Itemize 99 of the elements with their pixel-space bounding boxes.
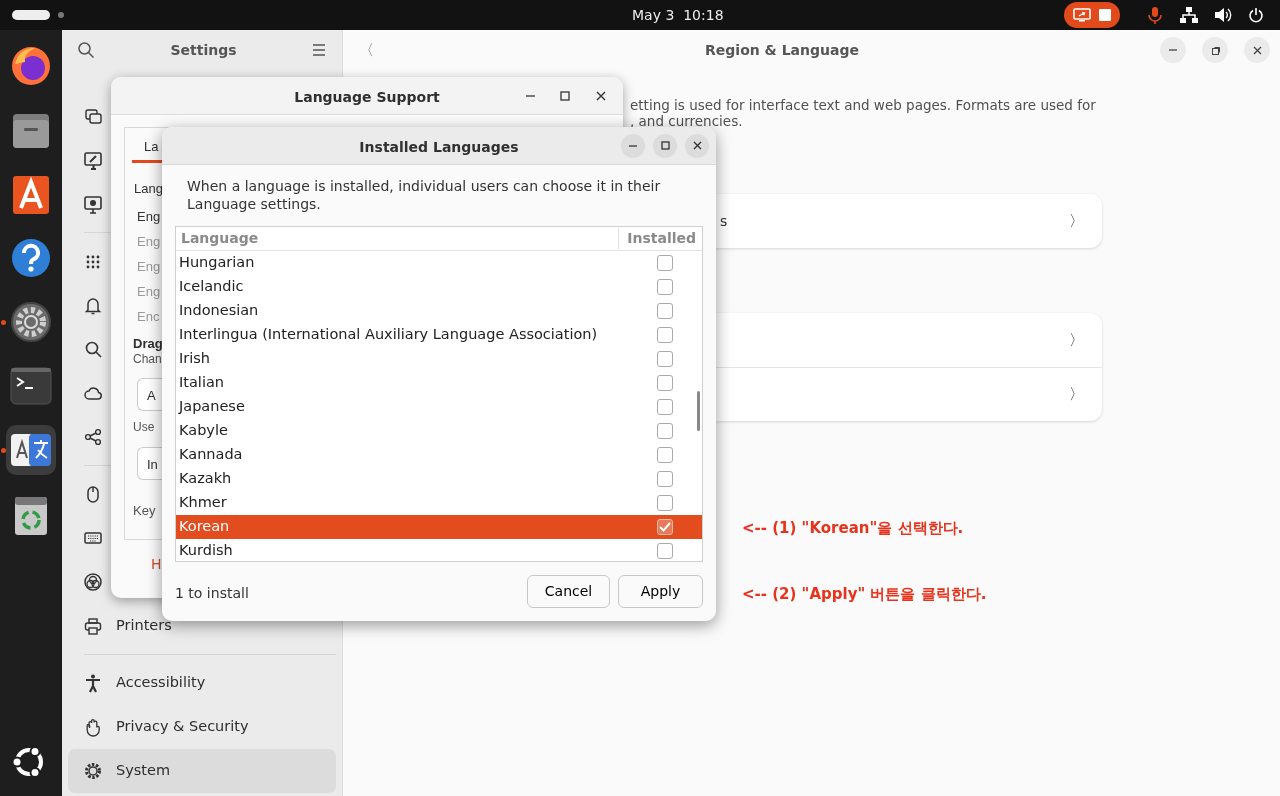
annotation-text: <-- (2) "Apply" 버튼을 클릭한다. [742,584,987,605]
bell-icon[interactable] [84,295,102,315]
activities-indicator[interactable] [12,10,50,20]
column-header: Installed [618,228,696,249]
checkbox[interactable] [657,327,673,343]
checkbox[interactable] [657,471,673,487]
back-button[interactable]: 〈 [359,38,374,62]
close-icon [691,140,703,151]
workspace-dot-icon [58,12,64,18]
language-row[interactable]: Kannada [176,443,702,467]
language-row[interactable]: Korean [176,515,702,539]
dialog-title: Installed Languages [359,138,519,157]
minimize-icon [629,144,637,147]
sidebar-item[interactable]: Accessibility [68,661,336,705]
language-row[interactable]: Kabyle [176,419,702,443]
minimize-button[interactable] [526,94,535,97]
checkbox[interactable] [657,351,673,367]
checkbox[interactable] [657,543,673,559]
chevron-button[interactable]: 〉 [1069,383,1084,406]
checkbox[interactable] [657,303,673,319]
cancel-button[interactable]: Cancel [527,575,610,608]
description-text: etting is used for interface text and web pages. Formats are used for [630,97,1097,113]
close-icon [595,89,607,102]
sidebar-title: Settings [169,40,238,60]
checkbox[interactable] [657,519,673,535]
checkbox[interactable] [657,375,673,391]
language-row[interactable]: Kurdish [176,539,702,561]
search-icon[interactable] [84,339,102,359]
checkbox[interactable] [657,495,673,511]
network-icon[interactable] [1180,7,1198,23]
column-header: Language [181,229,259,248]
close-button[interactable] [685,133,709,158]
apply-button[interactable]: Apply [618,575,703,608]
minimize-icon [526,94,535,97]
monitor-icon[interactable] [84,194,102,214]
maximize-button[interactable] [653,133,677,158]
maximize-icon [559,89,571,102]
minimize-button[interactable] [1160,37,1186,63]
sidebar-item[interactable]: System [68,749,336,793]
language-row[interactable]: Hungarian [176,251,702,275]
maximize-icon [659,140,671,151]
checkbox[interactable] [657,423,673,439]
language-row[interactable]: Indonesian [176,299,702,323]
language-row[interactable]: Irish [176,347,702,371]
power-icon[interactable] [1248,7,1264,23]
checkbox[interactable] [657,399,673,415]
install-button[interactable]: In [137,447,162,480]
microphone-icon[interactable] [1146,6,1164,24]
language-row[interactable]: Interlingua (International Auxiliary Language Association) [176,323,702,347]
language-row[interactable]: Japanese [176,395,702,419]
language-item[interactable]: Eng [137,207,161,227]
scrollbar[interactable] [697,391,700,431]
language-row[interactable]: Kazakh [176,467,702,491]
share-icon[interactable] [84,427,102,447]
dialog-description: When a language is installed, individual users can choose it in their Language settings. [187,177,662,213]
mouse-icon[interactable] [84,484,102,504]
restore-icon [1209,44,1221,56]
drag-hint: Chan [133,351,162,368]
close-icon [1251,44,1263,56]
minimize-button[interactable] [621,133,645,158]
row-label: s [720,211,728,231]
keyboard-label: Key [133,502,156,520]
language-row[interactable]: Italian [176,371,702,395]
volume-icon[interactable] [1214,7,1232,23]
printer-icon[interactable] [84,616,102,636]
color-circles-icon[interactable] [84,572,102,592]
translate-launcher[interactable] [6,425,56,475]
language-row[interactable]: Khmer [176,491,702,515]
sidebar-item[interactable]: Privacy & Security [68,705,336,749]
window-title: Language Support [294,88,440,107]
accessibility-icon[interactable] [84,673,102,693]
section-label: Lang [134,180,163,198]
clock[interactable]: May 3 10:18 [632,4,724,26]
apply-system-button[interactable]: A [137,378,162,411]
display-brush-icon[interactable] [84,150,102,170]
checkbox[interactable] [657,255,673,271]
drag-title: Drag [133,335,163,353]
checkbox[interactable] [657,447,673,463]
description-text: , and currencies. [630,113,744,129]
multitasking-icon[interactable] [84,106,102,126]
hand-icon[interactable] [84,717,102,737]
search-icon[interactable] [77,41,95,59]
menu-icon[interactable] [312,44,326,56]
language-row[interactable]: Icelandic [176,275,702,299]
install-count: 1 to install [175,584,249,603]
minimize-icon [1169,49,1177,51]
gear-icon[interactable] [84,761,102,781]
checkbox[interactable] [657,279,673,295]
help-link[interactable]: H [151,554,162,575]
annotation-text: <-- (1) "Korean"을 선택한다. [742,518,964,539]
screen-share-indicator[interactable] [1064,2,1120,28]
use-label: Use [133,419,155,436]
page-title: Region & Language [704,40,860,60]
chevron-button[interactable]: 〉 [1069,328,1084,352]
sidebar-item[interactable]: Printers [68,604,336,648]
chevron-button[interactable]: 〉 [1069,209,1084,233]
restore-button[interactable] [1202,37,1228,63]
close-button[interactable] [595,89,607,102]
maximize-button[interactable] [559,89,571,102]
